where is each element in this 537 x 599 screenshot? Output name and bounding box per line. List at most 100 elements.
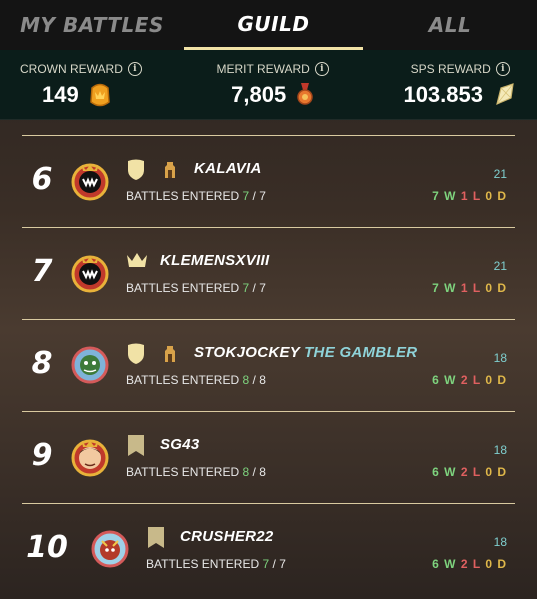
rank-number: 7 (31, 254, 53, 289)
score-value: 21 (493, 167, 507, 181)
wins-value: 6 (432, 557, 440, 571)
shield-icon (128, 343, 144, 364)
banner-icon (128, 435, 144, 456)
sps-reward-amount: 103.853 (403, 82, 483, 107)
draws-value: 0 (485, 465, 493, 479)
rewards-bar: CROWN REWARD i 149 MERIT REWARD i 7,805 (0, 50, 537, 120)
info-icon[interactable]: i (127, 62, 142, 76)
battles-total: 7 (259, 281, 266, 295)
battles-entered-count: 8 (242, 465, 250, 479)
sps-reward: SPS REWARD i 103.853 (403, 50, 517, 119)
player-name[interactable]: KALAVIA (194, 160, 262, 177)
crown-reward-value: 149 (42, 82, 111, 108)
banner-icon (148, 527, 164, 548)
battles-entered: BATTLES ENTERED 8 / 8 (126, 373, 266, 387)
sps-reward-label: SPS REWARD (410, 62, 491, 76)
wins-value: 7 (432, 281, 440, 295)
player-name-text: KALAVIA (194, 160, 262, 177)
player-name[interactable]: STOKJOCKEY THE GAMBLER (194, 344, 417, 361)
battles-entered: BATTLES ENTERED 8 / 8 (126, 465, 266, 479)
crown-reward-title: CROWN REWARD i (20, 62, 142, 76)
rank-number: 8 (31, 346, 53, 381)
battles-entered: BATTLES ENTERED 7 / 7 (146, 557, 286, 571)
merit-reward-value: 7,805 (231, 82, 314, 108)
battle-tabs: MY BATTLES GUILD ALL (0, 0, 537, 50)
wins-value: 6 (432, 465, 440, 479)
leaderboard-row[interactable]: 10 CRUSHER22 BATTLES ENTERED 7 / 7 18 6 … (22, 503, 515, 595)
draws-value: 0 (485, 373, 493, 387)
guild-emblem-avatar (71, 255, 109, 293)
tab-guild[interactable]: GUILD (184, 0, 363, 50)
crown-reward-amount: 149 (42, 82, 79, 107)
battles-entered: BATTLES ENTERED 7 / 7 (126, 281, 266, 295)
guild-emblem-avatar (91, 530, 129, 568)
losses-value: 1 (460, 281, 469, 295)
battles-entered-count: 7 (262, 557, 270, 571)
guild-emblem-avatar (71, 163, 109, 201)
battles-entered-label: BATTLES ENTERED (126, 189, 240, 203)
battles-total: 7 (259, 189, 266, 203)
player-name[interactable]: SG43 (160, 436, 200, 453)
win-loss-draw: 6 W 2 L 0 D (432, 465, 507, 479)
player-name[interactable]: CRUSHER22 (180, 528, 274, 545)
losses-value: 2 (460, 557, 469, 571)
score-value: 18 (493, 351, 507, 365)
player-name-text: STOKJOCKEY (194, 344, 301, 361)
draws-value: 0 (485, 189, 493, 203)
battles-entered-count: 7 (242, 189, 250, 203)
player-title: THE GAMBLER (304, 344, 418, 361)
info-icon[interactable]: i (314, 62, 329, 76)
crown-reward-label: CROWN REWARD (20, 62, 123, 76)
guild-leaderboard: 6 KALAVIA BATTLES ENTERED 7 / 7 21 7 W 1… (22, 135, 515, 595)
draws-value: 0 (485, 557, 493, 571)
losses-value: 2 (460, 465, 469, 479)
crown-icon (127, 253, 147, 267)
wins-value: 6 (432, 373, 440, 387)
sps-reward-value: 103.853 (403, 82, 517, 108)
guild-emblem-avatar (71, 439, 109, 477)
rank-number: 10 (26, 530, 68, 565)
win-loss-draw: 6 W 2 L 0 D (432, 373, 507, 387)
battles-total: 7 (279, 557, 286, 571)
battles-entered-label: BATTLES ENTERED (126, 281, 240, 295)
player-name[interactable]: KLEMENSXVIII (160, 252, 269, 269)
draws-value: 0 (485, 281, 493, 295)
merit-reward-title: MERIT REWARD i (217, 62, 329, 76)
info-icon[interactable]: i (495, 62, 510, 76)
tab-my-battles[interactable]: MY BATTLES (0, 0, 184, 50)
merit-reward-label: MERIT REWARD (216, 62, 310, 76)
sps-crystal-icon (496, 83, 514, 106)
guild-emblem-avatar (71, 346, 109, 384)
shield-icon (128, 159, 144, 180)
battles-entered-label: BATTLES ENTERED (146, 557, 260, 571)
losses-value: 1 (460, 189, 469, 203)
battles-entered-label: BATTLES ENTERED (126, 373, 240, 387)
wins-value: 7 (432, 189, 440, 203)
leaderboard-row[interactable]: 7 KLEMENSXVIII BATTLES ENTERED 7 / 7 21 … (22, 227, 515, 319)
rank-tower-icon (165, 346, 175, 362)
rank-number: 6 (31, 162, 53, 197)
leaderboard-row[interactable]: 8 STOKJOCKEY THE GAMBLER BATTLES ENTERED … (22, 319, 515, 411)
win-loss-draw: 7 W 1 L 0 D (432, 189, 507, 203)
battles-entered-count: 7 (242, 281, 250, 295)
sps-reward-title: SPS REWARD i (411, 62, 510, 76)
score-value: 21 (493, 259, 507, 273)
crown-token-icon (89, 83, 110, 107)
merit-reward-amount: 7,805 (231, 82, 287, 107)
battles-entered: BATTLES ENTERED 7 / 7 (126, 189, 266, 203)
battles-total: 8 (259, 373, 266, 387)
player-name-text: CRUSHER22 (180, 528, 274, 545)
merit-reward: MERIT REWARD i 7,805 (217, 50, 329, 119)
leaderboard-row[interactable]: 9 SG43 BATTLES ENTERED 8 / 8 18 6 W 2 L … (22, 411, 515, 503)
score-value: 18 (493, 443, 507, 457)
battles-entered-label: BATTLES ENTERED (126, 465, 240, 479)
battles-entered-count: 8 (242, 373, 250, 387)
player-name-text: SG43 (160, 436, 200, 453)
leaderboard-row[interactable]: 6 KALAVIA BATTLES ENTERED 7 / 7 21 7 W 1… (22, 135, 515, 227)
merit-medal-icon (297, 83, 313, 105)
rank-tower-icon (165, 162, 175, 178)
rank-number: 9 (31, 438, 53, 473)
win-loss-draw: 6 W 2 L 0 D (432, 557, 507, 571)
win-loss-draw: 7 W 1 L 0 D (432, 281, 507, 295)
tab-all[interactable]: ALL (363, 0, 537, 50)
